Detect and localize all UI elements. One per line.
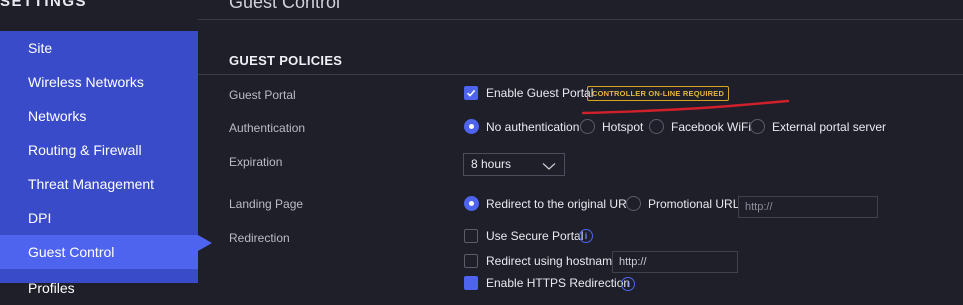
red-underline-annotation bbox=[581, 99, 790, 115]
